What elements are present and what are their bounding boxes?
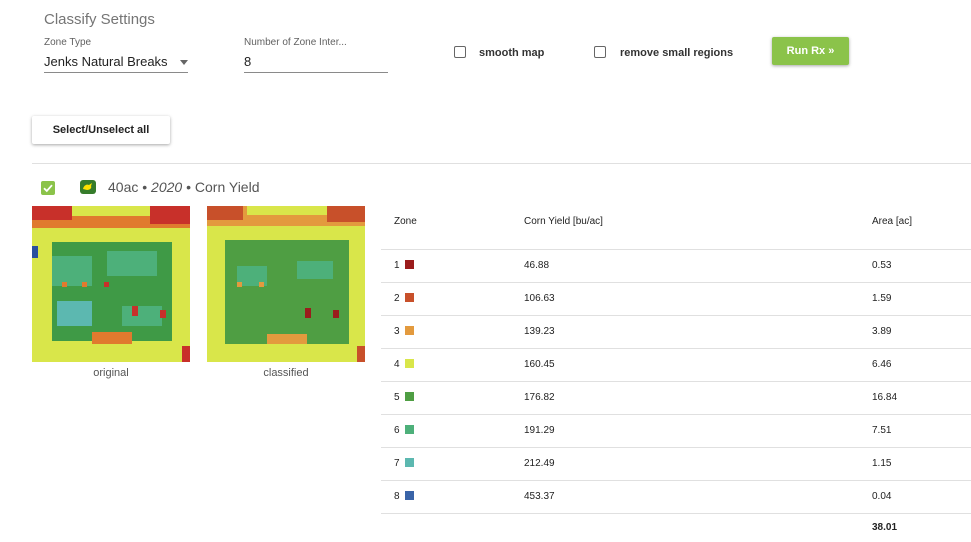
row-divider <box>381 414 971 415</box>
row-divider <box>381 315 971 316</box>
zone-cell: 2 <box>394 293 414 304</box>
field-name: 40ac <box>108 179 139 195</box>
yield-cell: 160.45 <box>524 359 555 370</box>
field-year: 2020 <box>151 179 183 195</box>
zone-number: 5 <box>394 392 400 403</box>
area-cell: 0.53 <box>872 260 892 271</box>
yield-cell: 139.23 <box>524 326 555 337</box>
zone-number: 4 <box>394 359 400 370</box>
header-area: Area [ac] <box>872 216 913 227</box>
caption-original: original <box>93 367 129 379</box>
field-checkbox[interactable] <box>41 181 55 195</box>
zone-color-swatch <box>404 326 414 335</box>
select-all-button[interactable]: Select/Unselect all <box>32 116 170 144</box>
zone-color-swatch <box>404 458 414 467</box>
classified-yield-map[interactable] <box>207 206 365 362</box>
zone-cell: 7 <box>394 458 414 469</box>
yield-cell: 212.49 <box>524 458 555 469</box>
john-deere-logo-icon <box>80 180 96 194</box>
area-cell: 0.04 <box>872 491 892 502</box>
zone-type-value: Jenks Natural Breaks <box>44 54 168 69</box>
original-map-image <box>32 206 190 362</box>
area-cell: 6.46 <box>872 359 892 370</box>
zone-count-value: 8 <box>244 54 252 69</box>
yield-cell: 106.63 <box>524 293 555 304</box>
zone-color-swatch <box>404 491 414 500</box>
original-yield-map[interactable] <box>32 206 190 362</box>
zone-type-label: Zone Type <box>44 37 92 48</box>
field-layer: Corn Yield <box>194 179 260 195</box>
zone-number: 3 <box>394 326 400 337</box>
zone-cell: 3 <box>394 326 414 337</box>
area-cell: 16.84 <box>872 392 898 403</box>
section-divider <box>32 163 971 164</box>
remove-small-regions-checkbox[interactable] <box>594 46 606 58</box>
zone-count-input[interactable]: 8 <box>244 52 388 74</box>
row-divider <box>381 447 971 448</box>
caption-classified: classified <box>263 367 309 379</box>
remove-small-regions-label: remove small regions <box>620 47 734 59</box>
zone-number: 1 <box>394 260 400 271</box>
classified-map-image <box>207 206 365 362</box>
row-divider <box>381 513 971 514</box>
zone-color-swatch <box>404 392 414 401</box>
row-divider <box>381 282 971 283</box>
zone-cell: 4 <box>394 359 414 370</box>
row-divider <box>381 381 971 382</box>
zone-color-swatch <box>404 359 414 368</box>
title-separator: • <box>138 179 152 195</box>
yield-cell: 176.82 <box>524 392 555 403</box>
row-divider <box>381 249 971 250</box>
zone-cell: 8 <box>394 491 414 502</box>
area-cell: 1.59 <box>872 293 892 304</box>
zone-number: 8 <box>394 491 400 502</box>
zone-cell: 5 <box>394 392 414 403</box>
field-title: 40ac • 2020 • Corn Yield <box>108 179 259 195</box>
yield-cell: 453.37 <box>524 491 555 502</box>
yield-cell: 46.88 <box>524 260 550 271</box>
zone-number: 7 <box>394 458 400 469</box>
run-rx-button[interactable]: Run Rx » <box>772 37 849 65</box>
zone-cell: 1 <box>394 260 414 271</box>
zone-count-underline <box>244 72 388 73</box>
total-area: 38.01 <box>872 522 898 533</box>
smooth-map-label: smooth map <box>479 47 545 59</box>
header-yield: Corn Yield [bu/ac] <box>524 216 603 227</box>
chevron-down-icon <box>180 60 188 65</box>
smooth-map-checkbox[interactable] <box>454 46 466 58</box>
check-icon <box>43 184 53 193</box>
zone-color-swatch <box>404 293 414 302</box>
yield-cell: 191.29 <box>524 425 555 436</box>
area-cell: 3.89 <box>872 326 892 337</box>
zone-cell: 6 <box>394 425 414 436</box>
area-cell: 7.51 <box>872 425 892 436</box>
zone-color-swatch <box>404 260 414 269</box>
zone-count-label: Number of Zone Inter... <box>244 37 347 48</box>
zone-type-underline <box>44 72 188 73</box>
zone-number: 6 <box>394 425 400 436</box>
zone-number: 2 <box>394 293 400 304</box>
settings-title: Classify Settings <box>44 11 155 28</box>
title-separator: • <box>182 179 195 195</box>
zone-color-swatch <box>404 425 414 434</box>
row-divider <box>381 348 971 349</box>
header-zone: Zone <box>394 216 417 227</box>
area-cell: 1.15 <box>872 458 892 469</box>
row-divider <box>381 480 971 481</box>
zone-type-select[interactable]: Jenks Natural Breaks <box>44 52 188 74</box>
